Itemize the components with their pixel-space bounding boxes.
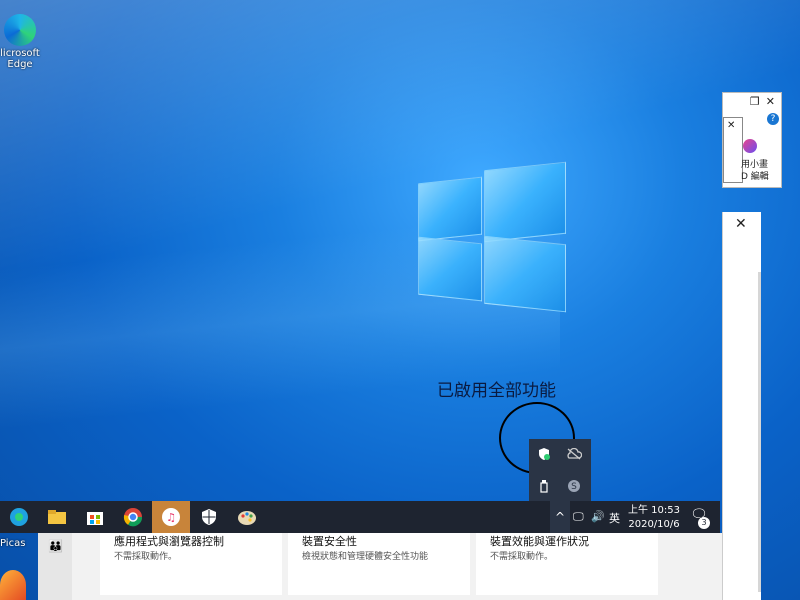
network-icon[interactable]: 🖵	[573, 510, 584, 524]
tray-overflow-popup: S	[529, 439, 591, 501]
svg-text:S: S	[571, 482, 577, 492]
card-subtitle: 檢視狀態和管理硬體安全性功能	[302, 552, 429, 562]
card-device-performance[interactable]: 裝置效能與運作狀況 不需採取動作。	[476, 533, 658, 595]
skype-icon[interactable]: S	[565, 477, 583, 495]
windows-security-panel: 👪 應用程式與瀏覽器控制 不需採取動作。 裝置安全性 檢視狀態和管理硬體安全性功…	[38, 533, 722, 600]
card-title: 裝置效能與運作狀況	[490, 535, 589, 548]
desktop-icon-edge[interactable]: licrosoft Edge	[0, 14, 40, 70]
store-icon	[87, 512, 103, 525]
windows-logo-wallpaper	[418, 158, 566, 313]
desktop-icon-edge-label-1: licrosoft	[0, 48, 40, 59]
paint3d-label-2: D 編輯	[741, 172, 769, 182]
desktop-icon-edge-label-2: Edge	[7, 59, 33, 70]
scrollbar[interactable]	[758, 272, 761, 592]
restore-icon[interactable]: ❐	[750, 95, 760, 108]
itunes-icon: ♫	[162, 508, 180, 526]
card-title: 應用程式與瀏覽器控制	[114, 535, 224, 548]
background-window-small[interactable]: ❐ ✕ ✕ ? 用小畫 D 編輯	[722, 92, 782, 188]
usb-icon[interactable]	[535, 477, 553, 495]
close-icon[interactable]: ✕	[766, 95, 775, 108]
clock-time: 上午 10:53	[628, 505, 680, 516]
edge-icon	[10, 508, 28, 526]
firefox-icon[interactable]	[0, 570, 26, 600]
svg-text:♫: ♫	[166, 511, 176, 524]
taskbar-clock[interactable]: 上午 10:53 2020/10/6	[628, 504, 680, 532]
background-window-tall: ✕	[722, 212, 761, 600]
ime-indicator[interactable]: 英	[609, 510, 620, 526]
card-subtitle: 不需採取動作。	[490, 552, 554, 562]
close-icon[interactable]: ✕	[727, 120, 735, 131]
help-icon[interactable]: ?	[767, 113, 779, 125]
card-device-security[interactable]: 裝置安全性 檢視狀態和管理硬體安全性功能	[288, 533, 470, 595]
show-hidden-icons-button[interactable]: ^	[550, 501, 570, 533]
edge-icon	[4, 14, 36, 46]
card-title: 裝置安全性	[302, 535, 357, 548]
taskbar-chrome[interactable]	[114, 501, 152, 533]
taskbar-itunes[interactable]: ♫	[152, 501, 190, 533]
taskbar-edge[interactable]	[0, 501, 38, 533]
taskbar-file-explorer[interactable]	[38, 501, 76, 533]
card-subtitle: 不需採取動作。	[114, 552, 178, 562]
annotation-text: 已啟用全部功能	[437, 381, 556, 401]
shield-icon	[202, 509, 216, 525]
paint3d-icon[interactable]	[743, 139, 757, 153]
desktop-icon-picasa-label[interactable]: Picas	[0, 538, 25, 549]
close-icon[interactable]: ✕	[735, 216, 747, 232]
palette-icon	[238, 511, 256, 525]
clock-date: 2020/10/6	[628, 519, 680, 530]
paint3d-label-1: 用小畫	[741, 160, 769, 170]
taskbar-microsoft-store[interactable]	[76, 501, 114, 533]
family-options-icon[interactable]: 👪	[48, 539, 63, 553]
onedrive-offline-icon[interactable]	[565, 445, 583, 463]
notification-count-badge: 3	[698, 517, 710, 529]
folder-icon	[48, 510, 66, 524]
taskbar-paint[interactable]	[228, 501, 266, 533]
defender-icon[interactable]	[535, 445, 553, 463]
taskbar-windows-security[interactable]	[190, 501, 228, 533]
inner-dialog: ✕	[723, 117, 743, 183]
volume-icon[interactable]: 🔊	[591, 510, 605, 523]
security-sidebar: 👪	[38, 533, 72, 600]
chrome-icon	[123, 508, 143, 527]
card-app-browser-control[interactable]: 應用程式與瀏覽器控制 不需採取動作。	[100, 533, 282, 595]
taskbar: ♫ ^ 🖵 🔊 英 上午 10:53 2020/10/6 🗨 3	[0, 501, 720, 533]
